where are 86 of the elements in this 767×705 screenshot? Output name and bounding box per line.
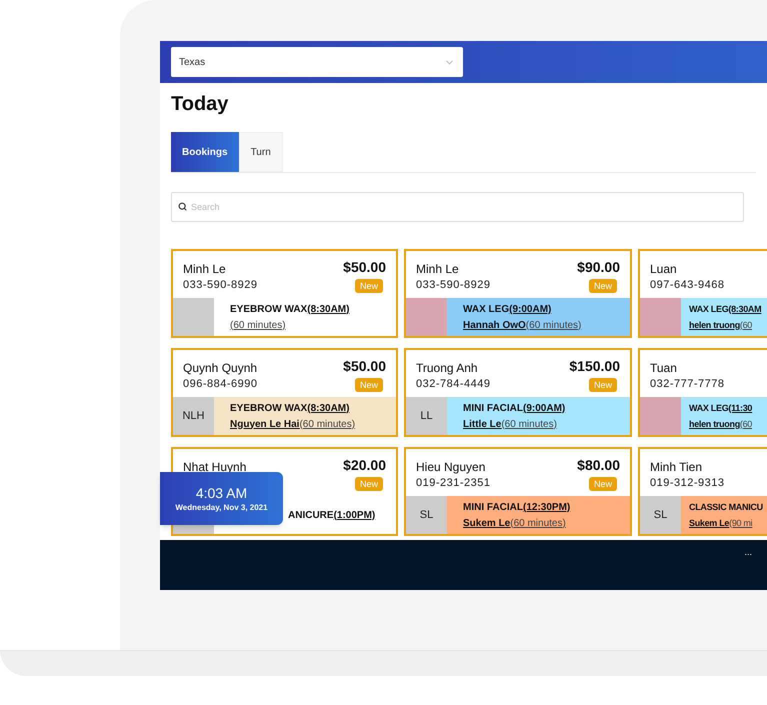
- price: $80.00: [577, 457, 620, 473]
- service-name: MINI FACIAL: [463, 500, 523, 514]
- price: $50.00: [343, 358, 386, 374]
- customer-phone: 096-884-6990: [183, 377, 258, 392]
- customer-name: Nhat Huynh: [183, 459, 246, 475]
- duration: (60: [740, 318, 752, 332]
- photo-placeholder: [640, 397, 681, 435]
- customer-name: Minh Le: [416, 261, 460, 277]
- price: $50.00: [343, 259, 386, 275]
- new-badge: New: [588, 279, 617, 293]
- customer-phone: 019-312-9313: [650, 476, 725, 491]
- service-time[interactable]: (11:30: [728, 402, 752, 414]
- booking-card[interactable]: Tuan 032-777-7778 WAX LEG(11:30 helen truong(60: [638, 348, 767, 437]
- customer-name: Truong Anh: [416, 360, 479, 376]
- customer-phone: 033-590-8929: [183, 278, 258, 293]
- service-name: EYEBROW WAX: [230, 302, 308, 316]
- service-name: WAX LEG: [689, 402, 728, 414]
- service-name: EYEBROW WAX: [230, 402, 308, 414]
- booking-card[interactable]: Truong Anh 032-784-4449 $150.00 New LL MINI FACIAL(9:00AM) Little Le(60 minutes): [404, 348, 632, 437]
- staff-name[interactable]: Little Le: [463, 418, 502, 430]
- staff-name[interactable]: helen truong: [689, 318, 740, 332]
- duration: (60: [740, 418, 752, 430]
- service-name: CLASSIC MANICU: [689, 500, 763, 514]
- service-time[interactable]: (12:30PM): [523, 500, 570, 514]
- staff-initials: SL: [640, 496, 681, 534]
- duration: (60 minutes): [501, 418, 557, 430]
- photo-placeholder: [406, 298, 447, 336]
- duration: (60 minutes): [526, 318, 582, 332]
- service-name: ANICURE: [288, 508, 334, 522]
- staff-initials: NLH: [173, 397, 214, 435]
- customer-phone: 033-590-8929: [416, 278, 491, 293]
- booking-card[interactable]: Minh Le 033-590-8929 $50.00 New EYEBROW WAX(8:30AM) (60 minutes): [171, 249, 398, 338]
- new-badge: New: [588, 477, 617, 491]
- booking-card[interactable]: Quynh Quynh 096-884-6990 $50.00 New NLH EYEBROW WAX(8:30AM) Nguyen Le Hai(60 minutes): [171, 348, 398, 437]
- booking-card[interactable]: Hieu Nguyen 019-231-2351 $80.00 New SL MINI FACIAL(12:30PM) Sukem Le(60 minutes): [404, 447, 632, 536]
- customer-name: Minh Tien: [650, 459, 704, 475]
- customer-name: Quynh Quynh: [183, 360, 258, 376]
- page-title: Today: [171, 92, 230, 116]
- service-name: WAX LEG: [463, 302, 510, 316]
- customer-phone: 019-231-2351: [416, 476, 491, 491]
- staff-name[interactable]: Hannah OwO: [463, 318, 526, 332]
- duration: (60 minutes): [299, 418, 356, 430]
- service-time[interactable]: (8:30AM): [307, 302, 350, 316]
- price: $20.00: [343, 457, 386, 473]
- customer-name: Hieu Nguyen: [416, 459, 486, 475]
- service-name: MINI FACIAL: [463, 402, 523, 414]
- more-menu[interactable]: ...: [744, 546, 752, 590]
- staff-initials: LL: [406, 397, 447, 435]
- clock-time: 4:03 AM: [196, 484, 248, 502]
- staff-name[interactable]: Sukem Le: [463, 516, 510, 530]
- customer-name: Tuan: [650, 360, 678, 376]
- duration: (60 minutes): [230, 318, 286, 332]
- new-badge: New: [588, 378, 617, 392]
- duration: (60 minutes): [510, 516, 566, 530]
- search-field[interactable]: Search: [171, 192, 744, 222]
- booking-card[interactable]: Luan 097-643-9468 WAX LEG(8:30AM helen truong(60: [638, 249, 767, 338]
- photo-placeholder: [640, 298, 681, 336]
- search-icon: [178, 202, 187, 211]
- service-time[interactable]: (9:00AM): [523, 402, 566, 414]
- price: $90.00: [577, 259, 620, 275]
- booking-card[interactable]: Minh Le 033-590-8929 $90.00 New WAX LEG(9:00AM) Hannah OwO(60 minutes): [404, 249, 632, 338]
- staff-initials: SL: [406, 496, 447, 534]
- staff-name[interactable]: Sukem Le: [689, 516, 730, 530]
- tab[interactable]: Turn: [238, 132, 283, 172]
- customer-name: Minh Le: [183, 261, 227, 277]
- new-badge: New: [354, 477, 383, 491]
- service-time[interactable]: (8:30AM: [728, 302, 762, 316]
- service-time[interactable]: (9:00AM): [509, 302, 552, 316]
- staff-name[interactable]: Nguyen Le Hai: [230, 418, 300, 430]
- clock-date: Wednesday, Nov 3, 2021: [175, 502, 268, 512]
- duration: (90 mi: [729, 516, 752, 530]
- service-time[interactable]: (1:00PM): [334, 508, 376, 522]
- staff-placeholder: [173, 298, 214, 336]
- location-select[interactable]: Texas: [171, 47, 463, 77]
- booking-card[interactable]: Minh Tien 019-312-9313 SL CLASSIC MANICU Sukem Le(90 mi: [638, 447, 767, 536]
- tab[interactable]: Bookings: [171, 132, 239, 172]
- customer-phone: 032-784-4449: [416, 377, 491, 392]
- customer-phone: 032-777-7778: [650, 377, 725, 392]
- customer-name: Luan: [650, 261, 678, 277]
- customer-phone: 097-643-9468: [650, 278, 725, 293]
- service-time[interactable]: (8:30AM): [307, 402, 350, 414]
- staff-name[interactable]: helen truong: [689, 418, 740, 430]
- new-badge: New: [354, 279, 383, 293]
- price: $150.00: [569, 358, 620, 374]
- new-badge: New: [354, 378, 383, 392]
- service-name: WAX LEG: [689, 302, 728, 316]
